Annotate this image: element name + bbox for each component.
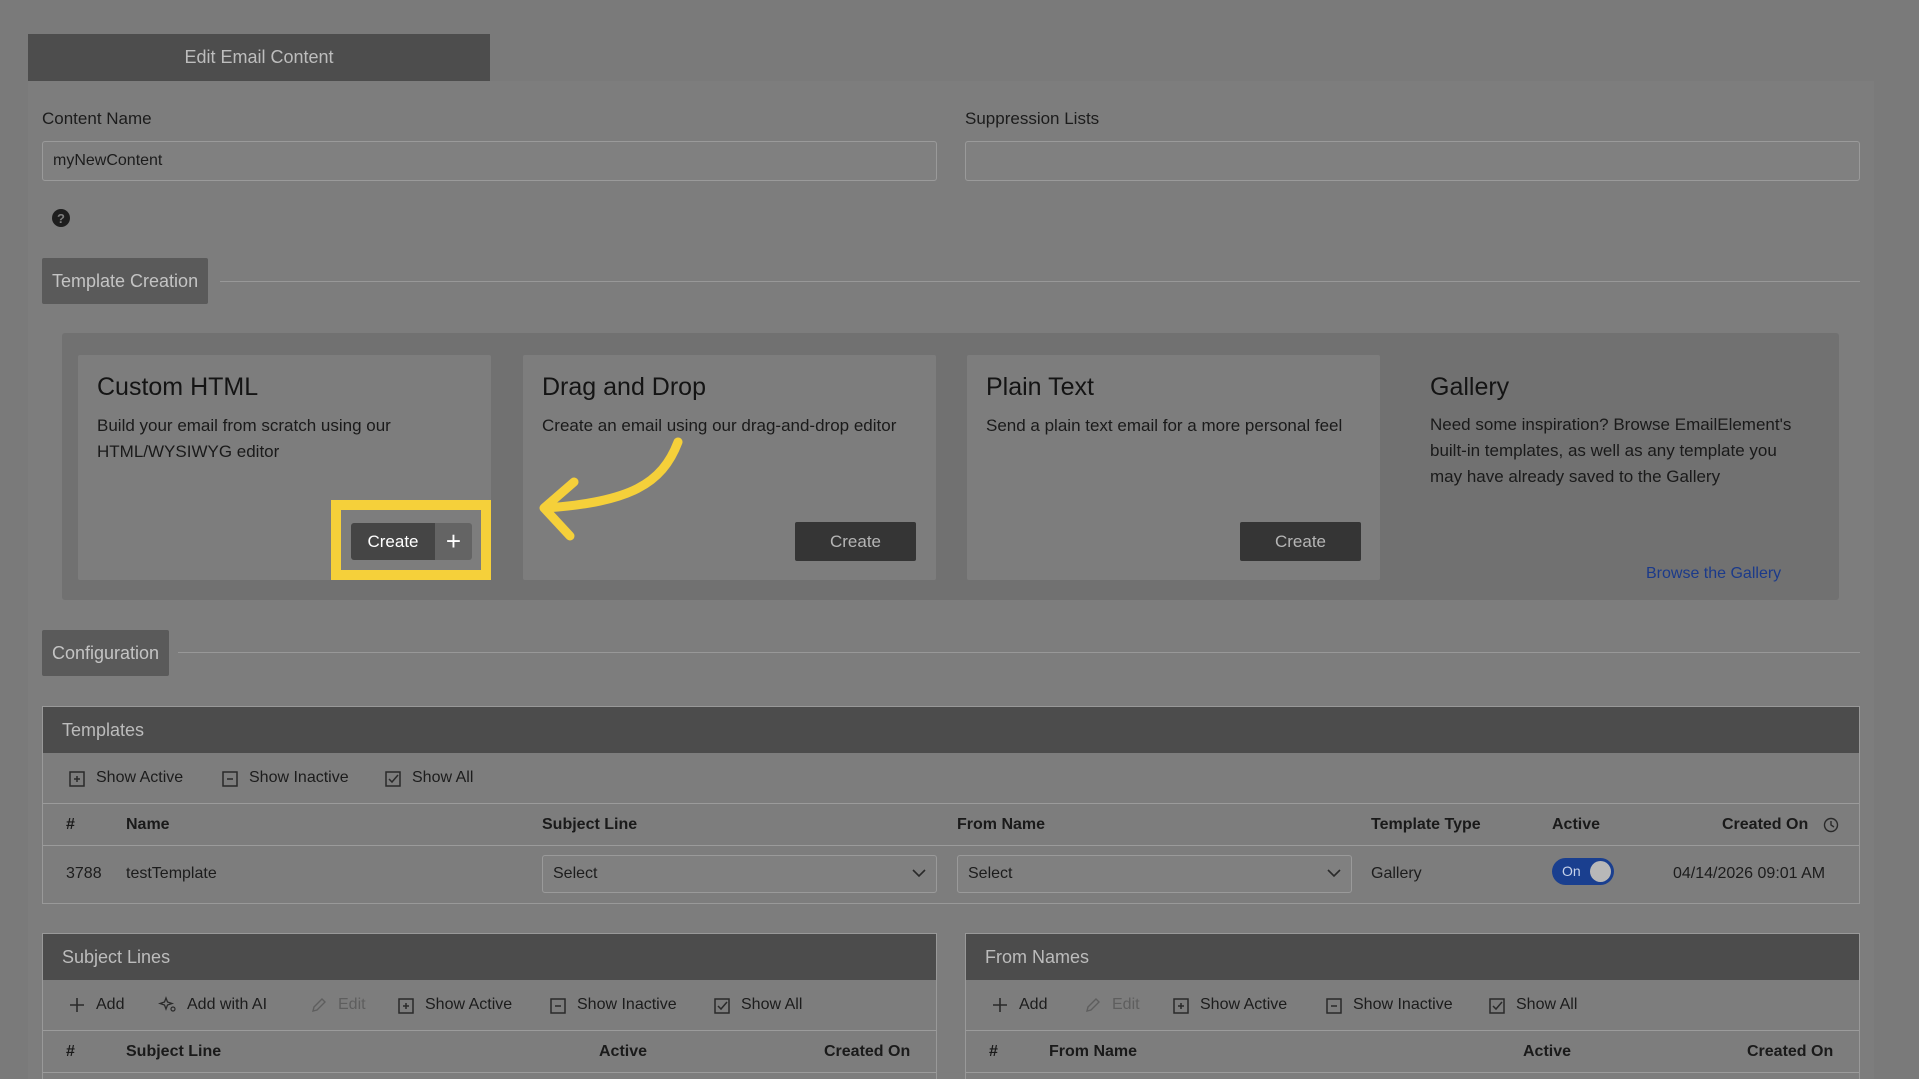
card-plain-text: Plain Text Send a plain text email for a… <box>967 355 1380 580</box>
card-description: Build your email from scratch using our … <box>97 416 391 461</box>
from-name-select[interactable]: Select <box>957 855 1352 893</box>
column-header-from[interactable]: From Name <box>1049 1043 1137 1061</box>
divider <box>43 845 1859 846</box>
column-header-created[interactable]: Created On <box>824 1043 910 1061</box>
row-name: testTemplate <box>126 865 217 882</box>
add-subject-button[interactable]: Add <box>67 995 124 1015</box>
subject-lines-panel: Subject Lines Add Add with AI Edit Show … <box>42 933 937 1079</box>
card-title: Plain Text <box>986 373 1094 401</box>
subject-line-select[interactable]: Select <box>542 855 937 893</box>
pencil-icon <box>1086 998 1100 1012</box>
chevron-down-icon <box>912 869 926 878</box>
column-header-active[interactable]: Active <box>599 1043 647 1061</box>
column-header-num: # <box>66 816 75 833</box>
column-header-subject[interactable]: Subject Line <box>126 1043 221 1061</box>
add-from-name-button[interactable]: Add <box>990 995 1047 1015</box>
show-inactive-button[interactable]: Show Inactive <box>220 768 349 788</box>
subject-show-all-button[interactable]: Show All <box>712 995 802 1015</box>
divider <box>966 1030 1859 1031</box>
show-active-icon <box>398 998 414 1014</box>
plus-icon <box>993 998 1007 1012</box>
sparkle-icon <box>158 996 176 1012</box>
create-drag-drop-button[interactable]: Create <box>795 522 916 561</box>
pencil-icon <box>312 998 326 1012</box>
column-header-name[interactable]: Name <box>126 816 170 834</box>
configuration-divider <box>178 652 1860 653</box>
column-header-subject[interactable]: Subject Line <box>542 816 637 834</box>
suppression-lists-label: Suppression Lists <box>965 109 1100 128</box>
template-creation-heading: Template Creation <box>42 258 209 304</box>
create-plain-text-button[interactable]: Create <box>1240 522 1361 561</box>
card-description: Send a plain text email for a more perso… <box>986 416 1343 435</box>
row-created-on: 04/14/2026 09:01 AM <box>1673 865 1826 882</box>
browse-gallery-link[interactable]: Browse the Gallery <box>1646 565 1781 583</box>
column-header-created[interactable]: Created On <box>1722 816 1808 834</box>
subject-show-active-button[interactable]: Show Active <box>396 995 512 1015</box>
subject-lines-header: Subject Lines <box>43 934 936 980</box>
suppression-lists-input[interactable] <box>965 141 1860 181</box>
divider <box>43 1030 936 1031</box>
content-name-label: Content Name <box>42 109 152 128</box>
column-header-from[interactable]: From Name <box>957 816 1045 834</box>
show-inactive-icon <box>222 771 238 787</box>
from-show-all-button[interactable]: Show All <box>1487 995 1577 1015</box>
column-header-num: # <box>989 1043 998 1060</box>
edit-from-name-button[interactable]: Edit <box>1083 995 1140 1015</box>
divider <box>966 1072 1859 1073</box>
card-description: Need some inspiration? Browse EmailEleme… <box>1430 415 1792 486</box>
clock-icon <box>1823 817 1839 833</box>
chevron-down-icon <box>1327 869 1341 878</box>
card-title: Custom HTML <box>97 373 259 401</box>
create-custom-html-button[interactable]: Create <box>351 523 435 560</box>
card-gallery: Gallery Need some inspiration? Browse Em… <box>1411 355 1831 583</box>
templates-header: Templates <box>43 707 1859 753</box>
from-names-panel: From Names Add Edit Show Active Show Ina… <box>965 933 1860 1079</box>
tab-edit-email-content[interactable]: Edit Email Content <box>28 34 490 81</box>
configuration-heading: Configuration <box>42 630 170 676</box>
arrow-icon <box>539 437 683 541</box>
column-header-active[interactable]: Active <box>1523 1043 1571 1061</box>
card-title: Gallery <box>1430 373 1510 401</box>
column-header-type[interactable]: Template Type <box>1371 816 1481 834</box>
plus-icon <box>70 998 84 1012</box>
show-inactive-icon <box>1326 998 1342 1014</box>
active-toggle[interactable]: On <box>1552 858 1614 885</box>
subject-show-inactive-button[interactable]: Show Inactive <box>548 995 677 1015</box>
show-all-icon <box>714 998 730 1014</box>
content-name-input[interactable]: myNewContent <box>42 141 937 181</box>
from-show-inactive-button[interactable]: Show Inactive <box>1324 995 1453 1015</box>
edit-subject-button[interactable]: Edit <box>309 995 366 1015</box>
add-with-ai-button[interactable]: Add with AI <box>158 995 267 1015</box>
plus-icon[interactable]: + <box>435 523 472 560</box>
help-icon[interactable]: ? <box>52 209 70 227</box>
row-num: 3788 <box>66 865 102 882</box>
divider <box>43 1072 936 1073</box>
from-names-header: From Names <box>966 934 1859 980</box>
divider <box>43 803 1859 804</box>
show-inactive-icon <box>550 998 566 1014</box>
column-header-num: # <box>66 1043 75 1060</box>
show-all-icon <box>385 771 401 787</box>
show-all-icon <box>1489 998 1505 1014</box>
show-active-icon <box>69 771 85 787</box>
template-creation-divider <box>220 281 1860 282</box>
column-header-active[interactable]: Active <box>1552 816 1600 834</box>
show-all-button[interactable]: Show All <box>383 768 473 788</box>
column-header-created[interactable]: Created On <box>1747 1043 1833 1061</box>
row-template-type: Gallery <box>1371 865 1422 882</box>
show-active-button[interactable]: Show Active <box>67 768 183 788</box>
from-show-active-button[interactable]: Show Active <box>1171 995 1287 1015</box>
card-title: Drag and Drop <box>542 373 706 401</box>
show-active-icon <box>1173 998 1189 1014</box>
